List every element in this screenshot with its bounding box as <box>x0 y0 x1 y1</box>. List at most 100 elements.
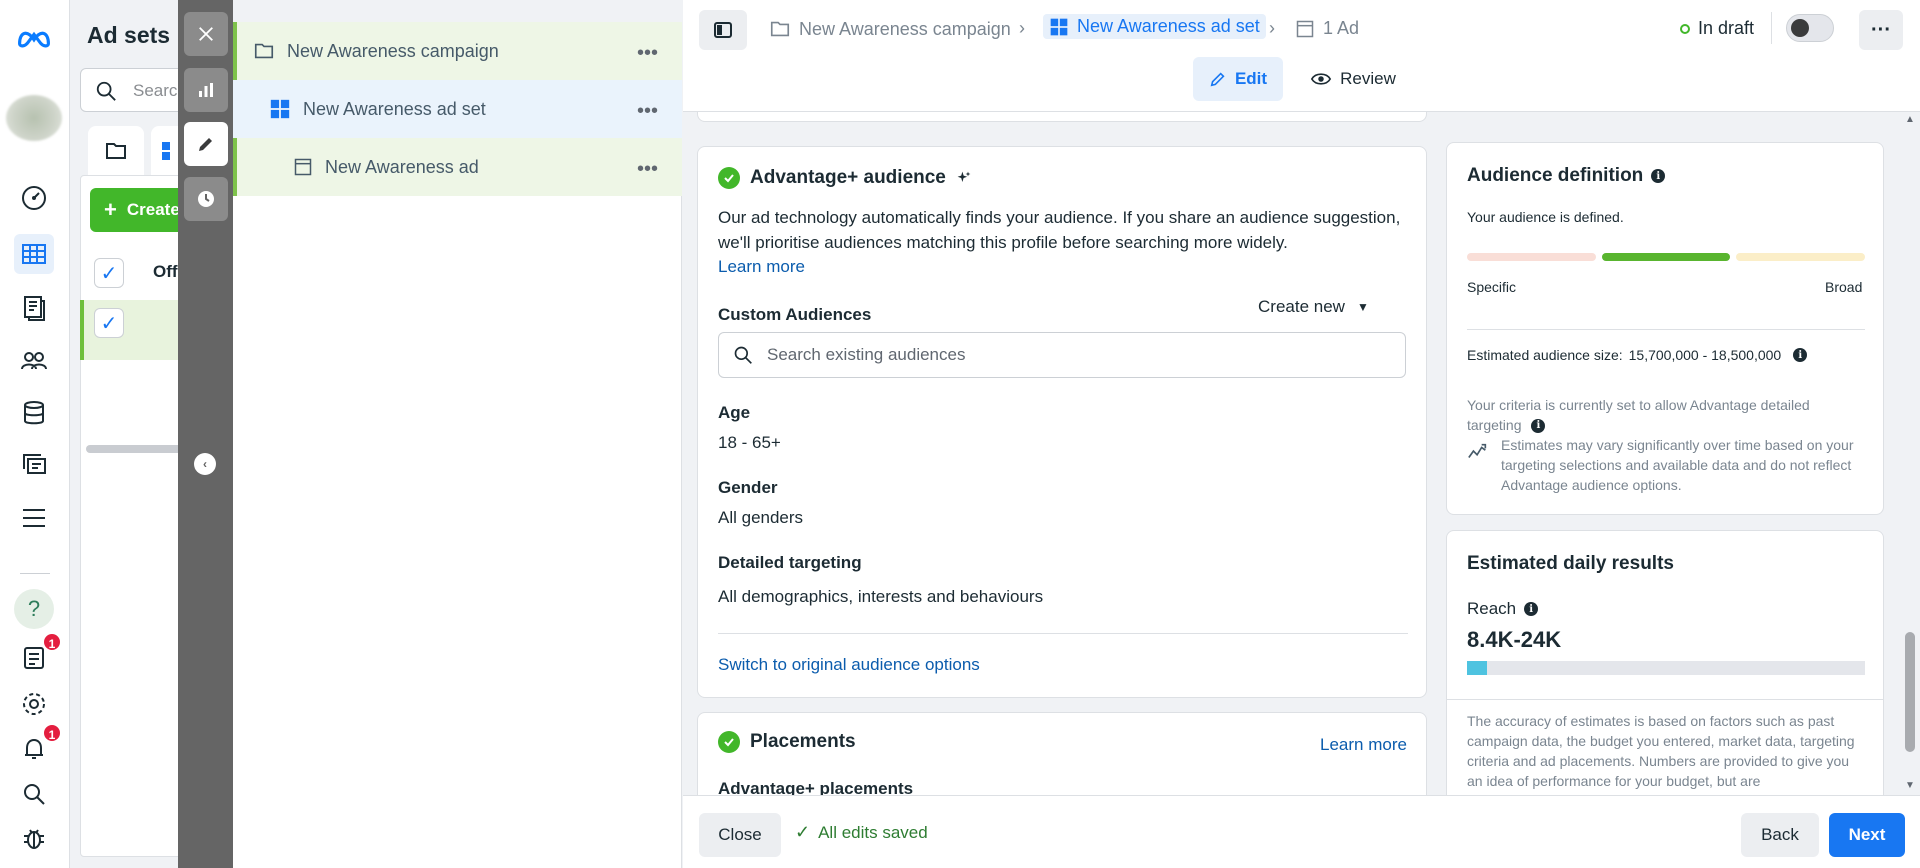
adset-grid-icon <box>270 99 290 119</box>
more-options-button[interactable]: ··· <box>1859 10 1903 50</box>
section-divider <box>1447 699 1883 700</box>
info-icon[interactable]: i <box>1524 602 1539 616</box>
estimates-note: Estimates may vary significantly over ti… <box>1501 437 1854 493</box>
daily-results-title: Estimated daily results <box>1467 553 1674 574</box>
history-button[interactable] <box>184 177 228 221</box>
close-panel-button[interactable] <box>184 12 228 56</box>
editor-scroll-area: Advantage+ audience Our ad technology au… <box>683 112 1920 795</box>
info-icon[interactable]: i <box>1651 169 1666 183</box>
gender-label: Gender <box>718 478 778 497</box>
bar-chart-icon <box>199 83 213 97</box>
meta-logo-icon[interactable] <box>14 18 54 58</box>
status-badge: In draft <box>1680 18 1754 39</box>
search-icon <box>96 81 116 101</box>
close-button[interactable]: Close <box>699 813 781 857</box>
tree-item-campaign[interactable]: New Awareness campaign ••• <box>233 22 682 80</box>
vertical-scrollbar[interactable]: ▲ ▼ <box>1900 112 1920 795</box>
pages-icon[interactable] <box>14 288 54 328</box>
detailed-targeting-value: All demographics, interests and behaviou… <box>718 587 1044 606</box>
status-label: In draft <box>1698 18 1755 38</box>
scrollbar-thumb[interactable] <box>1905 632 1915 752</box>
adset-grid-icon <box>1050 18 1068 35</box>
audience-learn-more-link[interactable]: Learn more <box>718 257 805 277</box>
breadcrumb-adset[interactable]: New Awareness ad set <box>1043 14 1266 39</box>
existing-audiences-search-input[interactable]: Search existing audiences <box>718 332 1406 378</box>
notifications-badge: 1 <box>42 723 62 743</box>
alerts-badge: 1 <box>42 632 62 652</box>
chevron-right-icon: › <box>1269 18 1275 38</box>
notifications-bell-icon[interactable]: 1 <box>14 723 62 769</box>
dashboard-gauge-icon[interactable] <box>14 178 54 218</box>
help-icon[interactable]: ? <box>14 589 54 629</box>
search-icon[interactable] <box>14 774 54 814</box>
audience-meter <box>1467 253 1866 261</box>
more-options-icon[interactable]: ••• <box>637 100 658 123</box>
bug-report-icon[interactable] <box>14 818 54 858</box>
back-button[interactable]: Back <box>1741 813 1819 857</box>
trend-line-icon <box>1468 443 1487 458</box>
chevron-left-icon: ‹ <box>203 457 207 471</box>
create-label: Create <box>126 200 180 219</box>
main-editor: New Awareness campaign › New Awareness a… <box>683 0 1920 868</box>
more-options-icon[interactable]: ••• <box>637 158 658 181</box>
breadcrumb-label: 1 Ad <box>1323 18 1360 38</box>
tree-item-ad[interactable]: New Awareness ad ••• <box>233 138 682 196</box>
create-new-dropdown[interactable]: Create new ▼ <box>1258 297 1369 317</box>
tree-label: New Awareness campaign <box>287 40 499 61</box>
breadcrumb-ad[interactable]: 1 Ad <box>1295 18 1359 39</box>
audience-description: Our ad technology automatically finds yo… <box>718 208 1401 252</box>
tree-item-adset[interactable]: New Awareness ad set ••• <box>233 80 682 138</box>
publish-toggle[interactable] <box>1786 14 1834 42</box>
save-status-label: All edits saved <box>818 822 928 842</box>
campaign-tree: New Awareness campaign ••• New Awareness… <box>233 22 682 868</box>
age-label: Age <box>718 403 751 422</box>
custom-audiences-label: Custom Audiences <box>718 305 872 324</box>
create-new-label: Create new <box>1258 297 1345 316</box>
eye-icon <box>1311 73 1332 85</box>
next-button[interactable]: Next <box>1829 813 1905 857</box>
charts-button[interactable] <box>184 68 228 112</box>
column-header-off: Off <box>153 262 178 281</box>
info-icon[interactable]: i <box>1531 419 1546 434</box>
reach-label-row: Reach i <box>1467 599 1539 619</box>
more-options-icon[interactable]: ••• <box>637 42 658 65</box>
account-avatar[interactable] <box>6 95 62 141</box>
ads-manager-table-icon[interactable] <box>14 234 54 274</box>
alerts-icon[interactable]: 1 <box>14 632 62 678</box>
accuracy-note: The accuracy of estimates is based on fa… <box>1467 713 1855 789</box>
reach-bar-fill <box>1467 661 1487 675</box>
edit-mode-button[interactable] <box>184 122 228 166</box>
audiences-people-icon[interactable] <box>14 341 54 381</box>
horizontal-scrollbar[interactable] <box>86 445 186 453</box>
specific-label: Specific <box>1467 279 1517 295</box>
adsets-title: Ad sets <box>87 22 171 48</box>
collapse-toggle[interactable]: ‹ <box>194 453 216 475</box>
size-label: Estimated audience size: <box>1467 347 1623 363</box>
all-tools-menu-icon[interactable] <box>14 498 54 538</box>
placements-card: Placements Learn more Advantage+ placeme… <box>697 712 1427 795</box>
scroll-up-icon[interactable]: ▲ <box>1905 114 1915 125</box>
tab-edit[interactable]: Edit <box>1193 57 1283 101</box>
pencil-icon <box>1210 72 1225 87</box>
switch-audience-options-link[interactable]: Switch to original audience options <box>718 655 980 675</box>
checkmark-icon: ✓ <box>100 262 118 285</box>
audience-definition-title: Audience definition <box>1467 165 1644 186</box>
breadcrumb-campaign[interactable]: New Awareness campaign <box>769 18 1011 40</box>
select-all-checkbox[interactable]: ✓ <box>94 258 124 288</box>
tree-label: New Awareness ad set <box>303 98 486 119</box>
info-icon[interactable]: i <box>1793 348 1808 362</box>
tab-review[interactable]: Review <box>1303 57 1403 101</box>
scroll-down-icon[interactable]: ▼ <box>1905 780 1915 791</box>
section-divider <box>718 633 1408 634</box>
section-divider <box>1467 329 1865 330</box>
settings-gear-icon[interactable] <box>14 684 54 724</box>
reach-value: 8.4K-24K <box>1467 627 1562 652</box>
toggle-sidebar-button[interactable] <box>699 10 747 50</box>
placements-learn-more-link[interactable]: Learn more <box>1320 735 1407 755</box>
folder-view-button[interactable] <box>88 126 144 176</box>
ad-window-icon <box>1296 20 1314 37</box>
media-library-icon[interactable] <box>14 445 54 485</box>
left-nav-rail: ? 1 1 <box>0 0 70 868</box>
database-icon[interactable] <box>14 393 54 433</box>
row-checkbox[interactable]: ✓ <box>94 308 124 338</box>
